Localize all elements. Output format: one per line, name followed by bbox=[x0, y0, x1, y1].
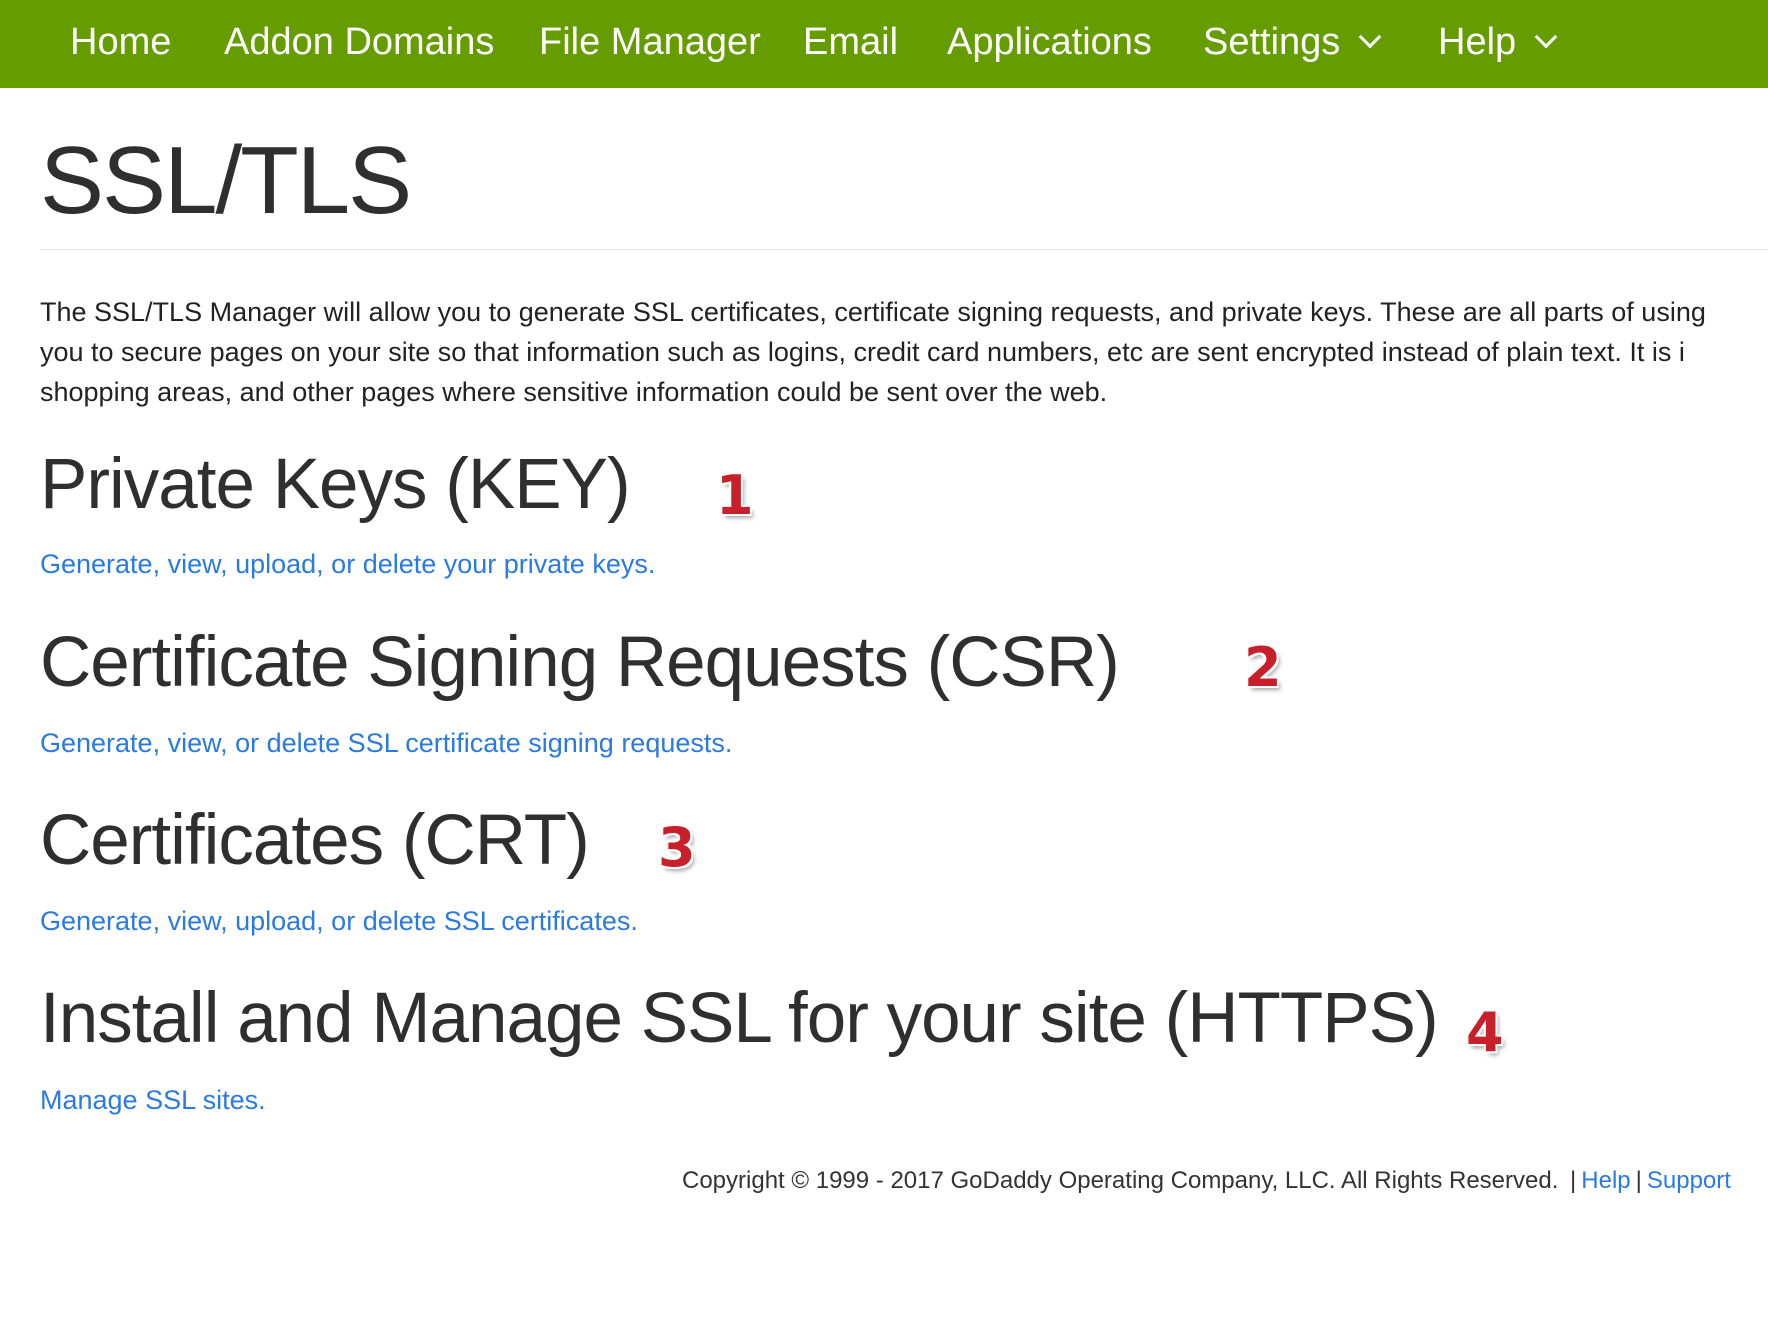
nav-item-file-manager[interactable]: File Manager bbox=[539, 0, 761, 88]
certificates-link[interactable]: Generate, view, upload, or delete SSL ce… bbox=[40, 903, 638, 939]
section-title-csr: Certificate Signing Requests (CSR) bbox=[40, 623, 1120, 702]
chevron-down-icon bbox=[1534, 25, 1558, 49]
section-title-install-manage-ssl: Install and Manage SSL for your site (HT… bbox=[40, 979, 1439, 1058]
manage-ssl-sites-link[interactable]: Manage SSL sites. bbox=[40, 1082, 266, 1118]
footer-help-link[interactable]: Help bbox=[1581, 1167, 1630, 1194]
page-title: SSL/TLS bbox=[40, 127, 412, 234]
nav-item-settings[interactable]: Settings bbox=[1203, 0, 1382, 88]
footer: Copyright © 1999 - 2017 GoDaddy Operatin… bbox=[682, 1164, 1731, 1198]
section-title-private-keys: Private Keys (KEY) bbox=[40, 445, 631, 524]
top-navigation-bar: Home Addon Domains File Manager Email Ap… bbox=[0, 0, 1768, 88]
nav-item-label: Email bbox=[803, 21, 899, 63]
nav-item-label: Help bbox=[1438, 21, 1517, 63]
chevron-down-icon bbox=[1358, 25, 1382, 49]
nav-item-label: File Manager bbox=[539, 21, 761, 63]
nav-item-label: Settings bbox=[1203, 21, 1341, 63]
footer-support-link[interactable]: Support bbox=[1647, 1167, 1731, 1194]
copyright-text: Copyright © 1999 - 2017 GoDaddy Operatin… bbox=[682, 1167, 1559, 1194]
footer-separator: | bbox=[1635, 1167, 1642, 1194]
intro-line: The SSL/TLS Manager will allow you to ge… bbox=[40, 297, 1706, 327]
nav-item-label: Addon Domains bbox=[224, 21, 495, 63]
nav-item-label: Applications bbox=[947, 21, 1152, 63]
csr-link[interactable]: Generate, view, or delete SSL certificat… bbox=[40, 725, 732, 761]
nav-item-label: Home bbox=[70, 21, 172, 63]
nav-item-applications[interactable]: Applications bbox=[947, 0, 1152, 88]
intro-paragraph: The SSL/TLS Manager will allow you to ge… bbox=[40, 292, 1768, 412]
nav-item-home[interactable]: Home bbox=[70, 0, 171, 88]
nav-item-addon-domains[interactable]: Addon Domains bbox=[224, 0, 494, 88]
step-badge-1: 1 bbox=[716, 464, 754, 527]
section-title-certificates: Certificates (CRT) bbox=[40, 801, 590, 880]
title-divider bbox=[40, 249, 1768, 250]
nav-item-email[interactable]: Email bbox=[803, 0, 898, 88]
intro-line: you to secure pages on your site so that… bbox=[40, 337, 1685, 367]
footer-separator: | bbox=[1570, 1167, 1577, 1194]
step-badge-4: 4 bbox=[1466, 1001, 1504, 1064]
nav-item-help[interactable]: Help bbox=[1438, 0, 1558, 88]
step-badge-2: 2 bbox=[1244, 636, 1282, 699]
intro-line: shopping areas, and other pages where se… bbox=[40, 377, 1108, 407]
step-badge-3: 3 bbox=[658, 816, 696, 879]
private-keys-link[interactable]: Generate, view, upload, or delete your p… bbox=[40, 546, 655, 582]
